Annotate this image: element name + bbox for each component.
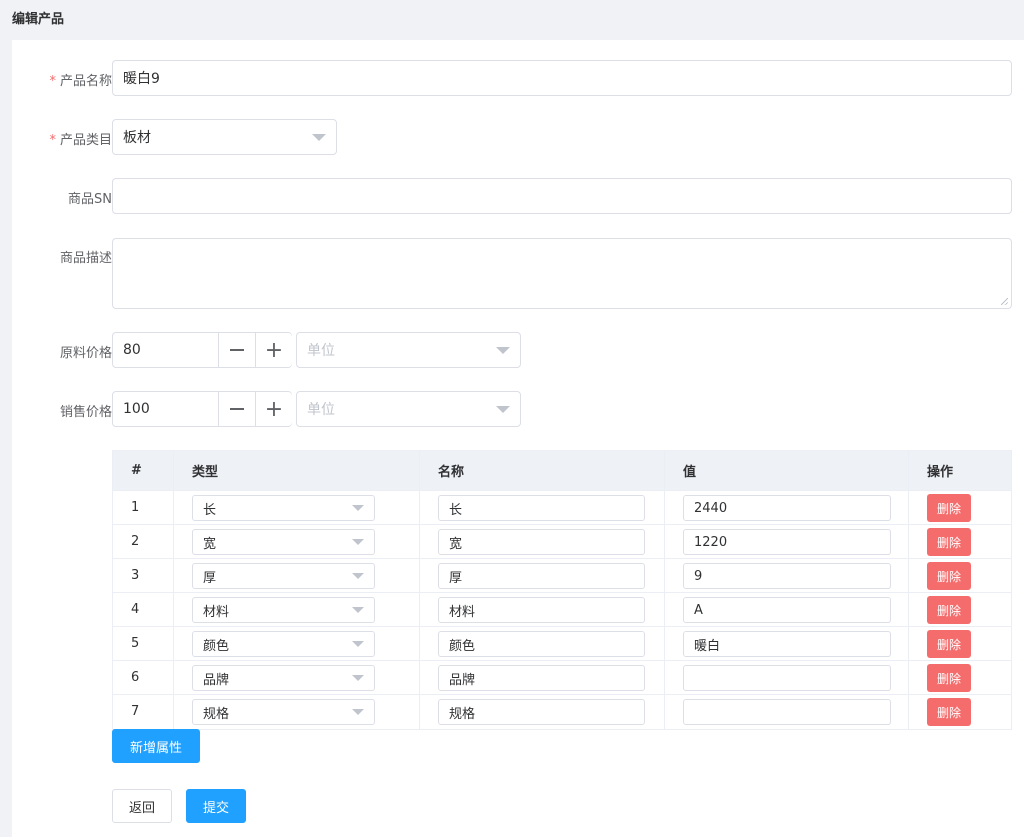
- header-value: 值: [665, 451, 909, 490]
- name-input[interactable]: 规格: [438, 699, 645, 725]
- value-input[interactable]: 暖白: [683, 631, 891, 657]
- sale-price-value[interactable]: 100: [123, 401, 150, 417]
- value-input[interactable]: A: [683, 597, 891, 623]
- delete-button[interactable]: 删除: [927, 596, 971, 624]
- type-select[interactable]: 厚: [192, 563, 375, 589]
- chevron-down-icon: [352, 505, 364, 511]
- value-input[interactable]: 2440: [683, 495, 891, 521]
- add-attribute-button[interactable]: 新增属性: [112, 729, 200, 763]
- header-name: 名称: [420, 451, 665, 490]
- type-select[interactable]: 长: [192, 495, 375, 521]
- name-input[interactable]: 品牌: [438, 665, 645, 691]
- plus-icon: +: [264, 396, 284, 422]
- sale-decrease-button[interactable]: [218, 392, 255, 426]
- value-input[interactable]: 9: [683, 563, 891, 589]
- name-input[interactable]: 厚: [438, 563, 645, 589]
- delete-button[interactable]: 删除: [927, 494, 971, 522]
- sn-input[interactable]: [112, 178, 1012, 214]
- chevron-down-icon: [352, 709, 364, 715]
- type-select[interactable]: 规格: [192, 699, 375, 725]
- chevron-down-icon: [352, 675, 364, 681]
- plus-icon: +: [264, 337, 284, 363]
- product-name-input[interactable]: 暖白9: [112, 60, 1012, 96]
- header-type: 类型: [174, 451, 420, 490]
- product-category-label: * 产品类目: [49, 133, 112, 148]
- table-row: 1 长 长 2440 删除: [113, 491, 1011, 525]
- sale-price-label: 销售价格: [59, 405, 112, 420]
- minus-icon: [230, 349, 244, 351]
- chevron-down-icon: [352, 539, 364, 545]
- row-index: 2: [131, 534, 140, 549]
- delete-button[interactable]: 删除: [927, 664, 971, 692]
- chevron-down-icon: [312, 134, 326, 141]
- chevron-down-icon: [496, 406, 510, 413]
- table-row: 5 颜色 颜色 暖白 删除: [113, 627, 1011, 661]
- value-input[interactable]: 1220: [683, 529, 891, 555]
- table-row: 7 规格 规格 删除: [113, 695, 1011, 729]
- delete-button[interactable]: 删除: [927, 562, 971, 590]
- row-index: 1: [131, 500, 140, 515]
- chevron-down-icon: [352, 641, 364, 647]
- type-select[interactable]: 品牌: [192, 665, 375, 691]
- name-input[interactable]: 颜色: [438, 631, 645, 657]
- resize-handle-icon[interactable]: [1001, 298, 1008, 305]
- row-index: 4: [131, 602, 140, 617]
- row-index: 7: [131, 704, 140, 719]
- table-row: 4 材料 材料 A 删除: [113, 593, 1011, 627]
- chevron-down-icon: [496, 347, 510, 354]
- delete-button[interactable]: 删除: [927, 630, 971, 658]
- cost-price-label: 原料价格: [59, 346, 112, 361]
- delete-button[interactable]: 删除: [927, 698, 971, 726]
- submit-button[interactable]: 提交: [186, 789, 246, 823]
- product-category-select[interactable]: 板材: [112, 119, 337, 155]
- row-index: 5: [131, 636, 140, 651]
- cost-price-stepper[interactable]: 80 +: [112, 332, 292, 368]
- table-header: # 类型 名称 值 操作: [113, 451, 1011, 491]
- name-input[interactable]: 材料: [438, 597, 645, 623]
- required-mark: *: [49, 74, 56, 89]
- product-name-label: * 产品名称: [49, 74, 112, 89]
- cost-increase-button[interactable]: +: [255, 333, 292, 367]
- value-input[interactable]: [683, 665, 891, 691]
- sale-increase-button[interactable]: +: [255, 392, 292, 426]
- header-index: #: [113, 451, 174, 490]
- attributes-table: # 类型 名称 值 操作 1 长 长 2440 删除 2 宽 宽 1220 删除…: [112, 450, 1012, 730]
- type-select[interactable]: 颜色: [192, 631, 375, 657]
- row-index: 6: [131, 670, 140, 685]
- sale-unit-select[interactable]: 单位: [296, 391, 521, 427]
- row-index: 3: [131, 568, 140, 583]
- header-actions: 操作: [927, 465, 954, 480]
- table-row: 3 厚 厚 9 删除: [113, 559, 1011, 593]
- back-button[interactable]: 返回: [112, 789, 172, 823]
- delete-button[interactable]: 删除: [927, 528, 971, 556]
- name-input[interactable]: 长: [438, 495, 645, 521]
- cost-decrease-button[interactable]: [218, 333, 255, 367]
- sale-price-stepper[interactable]: 100 +: [112, 391, 292, 427]
- required-mark: *: [49, 133, 56, 148]
- type-select[interactable]: 材料: [192, 597, 375, 623]
- description-label: 商品描述: [59, 251, 112, 266]
- description-textarea[interactable]: [112, 238, 1012, 309]
- sn-label: 商品SN: [68, 192, 112, 207]
- page-header: 编辑产品: [0, 0, 1024, 40]
- name-input[interactable]: 宽: [438, 529, 645, 555]
- page-title: 编辑产品: [12, 12, 65, 27]
- cost-unit-select[interactable]: 单位: [296, 332, 521, 368]
- form-card: * 产品名称 暖白9 * 产品类目 板材 商品SN 商品描述 原料价格 80 + 单…: [12, 40, 1024, 837]
- table-row: 6 品牌 品牌 删除: [113, 661, 1011, 695]
- cost-price-value[interactable]: 80: [123, 342, 141, 358]
- minus-icon: [230, 408, 244, 410]
- chevron-down-icon: [352, 607, 364, 613]
- table-row: 2 宽 宽 1220 删除: [113, 525, 1011, 559]
- type-select[interactable]: 宽: [192, 529, 375, 555]
- value-input[interactable]: [683, 699, 891, 725]
- chevron-down-icon: [352, 573, 364, 579]
